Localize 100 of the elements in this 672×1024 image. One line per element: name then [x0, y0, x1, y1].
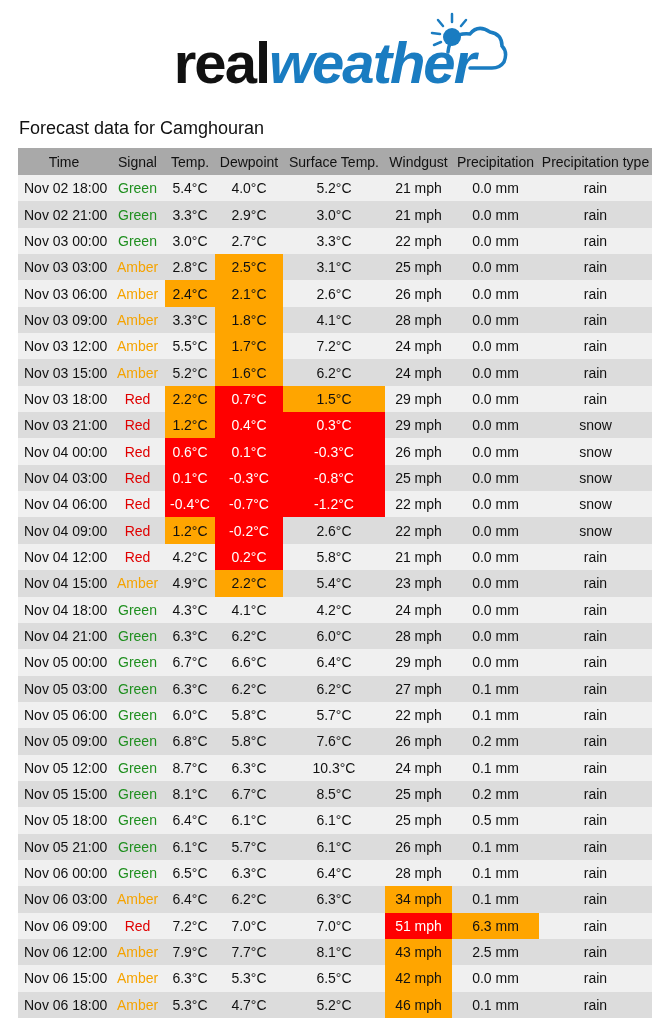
table-cell: 28 mph [385, 622, 452, 650]
table-cell: 4.9°C [165, 570, 215, 597]
table-cell: 6.0°C [165, 701, 215, 729]
table-cell: 25 mph [385, 254, 452, 281]
table-cell: rain [539, 780, 652, 808]
table-cell: 6.7°C [165, 649, 215, 676]
table-cell: 10.3°C [283, 754, 385, 781]
table-cell: 0.3°C [283, 412, 385, 439]
table-cell: 22 mph [385, 517, 452, 544]
signal-cell: Green [110, 649, 165, 676]
time-cell: Nov 05 09:00 [18, 728, 110, 755]
table-cell: 29 mph [385, 412, 452, 439]
table-cell: 0.1 mm [452, 675, 539, 702]
table-cell: 6.2°C [283, 675, 385, 702]
signal-cell: Green [110, 807, 165, 834]
table-cell: 22 mph [385, 491, 452, 518]
table-cell: -0.2°C [215, 517, 283, 544]
table-cell: 5.7°C [283, 701, 385, 729]
table-cell: 2.5°C [215, 254, 283, 281]
time-cell: Nov 03 03:00 [18, 254, 110, 281]
time-cell: Nov 05 21:00 [18, 833, 110, 860]
table-cell: 0.0 mm [452, 227, 539, 255]
time-cell: Nov 05 00:00 [18, 649, 110, 676]
table-cell: snow [539, 412, 652, 439]
table-cell: 0.0 mm [452, 280, 539, 307]
time-cell: Nov 05 06:00 [18, 701, 110, 729]
signal-cell: Red [110, 438, 165, 465]
signal-cell: Amber [110, 570, 165, 597]
table-cell: 26 mph [385, 833, 452, 860]
table-cell: 7.9°C [165, 938, 215, 966]
table-cell: 6.6°C [215, 649, 283, 676]
table-cell: 4.2°C [165, 543, 215, 571]
signal-cell: Green [110, 622, 165, 650]
time-cell: Nov 06 00:00 [18, 859, 110, 887]
table-cell: 0.4°C [215, 412, 283, 439]
column-header: Temp. [165, 148, 215, 175]
table-cell: 25 mph [385, 464, 452, 492]
table-cell: rain [539, 570, 652, 597]
table-cell: 6.3 mm [452, 912, 539, 939]
table-cell: 0.2°C [215, 543, 283, 571]
table-cell: 0.2 mm [452, 780, 539, 808]
table-cell: 0.7°C [215, 385, 283, 413]
table-cell: 3.0°C [165, 227, 215, 255]
time-cell: Nov 04 12:00 [18, 543, 110, 571]
table-cell: 0.0 mm [452, 649, 539, 676]
table-cell: 6.3°C [283, 886, 385, 913]
table-cell: 2.2°C [165, 385, 215, 413]
table-cell: 0.1 mm [452, 886, 539, 913]
time-cell: Nov 02 18:00 [18, 175, 110, 202]
table-cell: 2.8°C [165, 254, 215, 281]
signal-cell: Green [110, 227, 165, 255]
table-cell: 4.1°C [283, 306, 385, 334]
signal-cell: Green [110, 201, 165, 228]
signal-cell: Amber [110, 991, 165, 1018]
signal-cell: Green [110, 596, 165, 623]
table-cell: 0.0 mm [452, 622, 539, 650]
time-cell: Nov 04 03:00 [18, 464, 110, 492]
time-cell: Nov 06 12:00 [18, 938, 110, 966]
table-cell: 21 mph [385, 175, 452, 202]
table-cell: 5.8°C [215, 728, 283, 755]
table-cell: 1.6°C [215, 359, 283, 386]
table-cell: 2.7°C [215, 227, 283, 255]
table-cell: 5.3°C [165, 991, 215, 1018]
table-cell: rain [539, 227, 652, 255]
signal-cell: Red [110, 491, 165, 518]
table-cell: 8.7°C [165, 754, 215, 781]
table-cell: -0.4°C [165, 491, 215, 518]
table-cell: rain [539, 965, 652, 992]
table-cell: rain [539, 596, 652, 623]
table-cell: 8.1°C [165, 780, 215, 808]
time-cell: Nov 03 06:00 [18, 280, 110, 307]
table-cell: 29 mph [385, 385, 452, 413]
table-cell: rain [539, 833, 652, 860]
column-header: Windgust [385, 148, 452, 175]
table-cell: 6.2°C [215, 886, 283, 913]
table-cell: 0.1 mm [452, 754, 539, 781]
table-cell: 22 mph [385, 701, 452, 729]
table-cell: -1.2°C [283, 491, 385, 518]
table-cell: 7.2°C [165, 912, 215, 939]
signal-cell: Red [110, 517, 165, 544]
column-header: Time [18, 148, 110, 175]
table-cell: 6.3°C [165, 965, 215, 992]
table-cell: 4.7°C [215, 991, 283, 1018]
table-cell: 3.3°C [165, 201, 215, 228]
table-cell: snow [539, 517, 652, 544]
time-cell: Nov 05 12:00 [18, 754, 110, 781]
table-cell: 5.8°C [283, 543, 385, 571]
signal-cell: Green [110, 175, 165, 202]
table-cell: rain [539, 254, 652, 281]
table-cell: 5.2°C [283, 175, 385, 202]
table-cell: 21 mph [385, 543, 452, 571]
column-header: Surface Temp. [283, 148, 385, 175]
table-cell: 0.0 mm [452, 438, 539, 465]
table-cell: 5.8°C [215, 701, 283, 729]
time-cell: Nov 06 18:00 [18, 991, 110, 1018]
time-cell: Nov 04 21:00 [18, 622, 110, 650]
table-cell: 6.5°C [283, 965, 385, 992]
table-cell: 5.5°C [165, 333, 215, 360]
table-cell: 24 mph [385, 359, 452, 386]
table-cell: 6.2°C [283, 359, 385, 386]
